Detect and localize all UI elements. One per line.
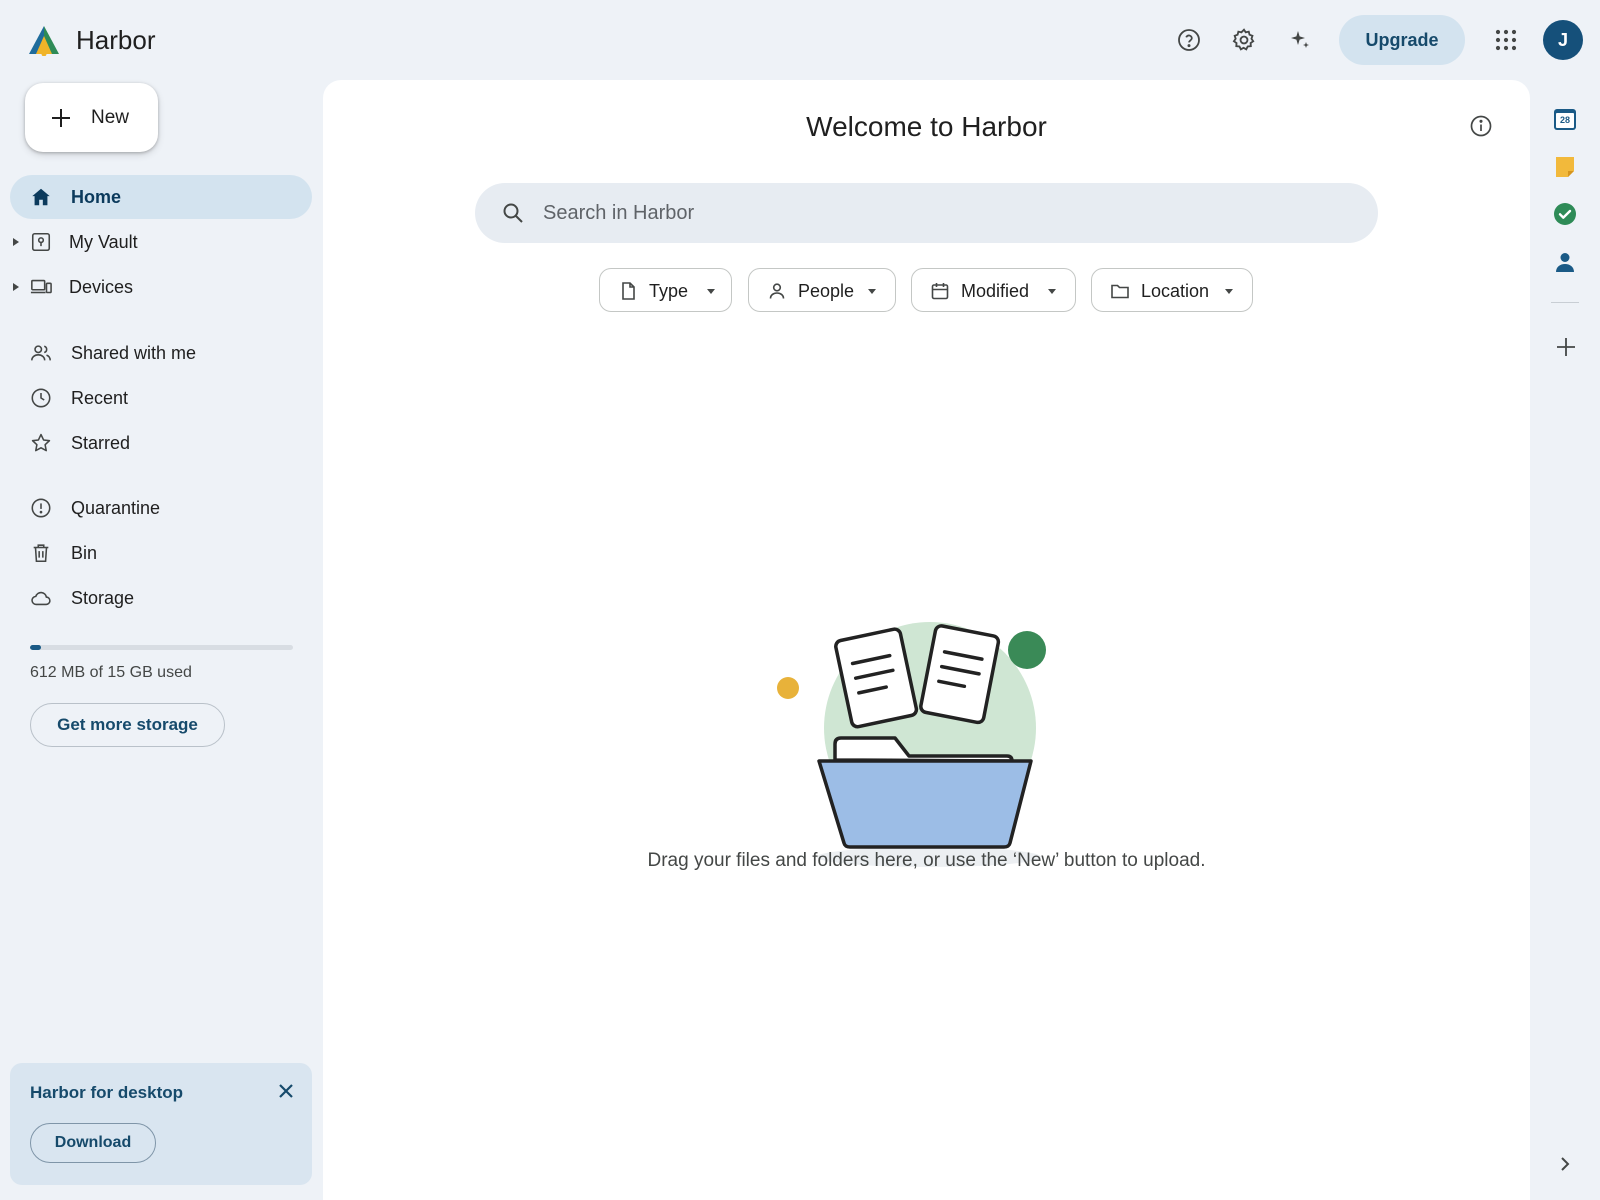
people-icon	[30, 342, 52, 364]
app-title: Harbor	[76, 25, 156, 55]
sidebar-item-bin[interactable]: Bin	[10, 531, 312, 575]
filter-location-chip[interactable]: Location	[1091, 268, 1253, 312]
upgrade-button[interactable]: Upgrade	[1339, 15, 1465, 65]
desktop-promo-card: Harbor for desktop Download	[10, 1063, 312, 1185]
page-title: Welcome to Harbor	[806, 111, 1047, 142]
rail-divider	[1551, 302, 1579, 303]
get-more-storage-button[interactable]: Get more storage	[30, 703, 225, 747]
add-app-icon[interactable]	[1555, 336, 1577, 358]
close-icon[interactable]	[276, 1081, 296, 1101]
sidebar-item-quarantine[interactable]: Quarantine	[10, 486, 312, 530]
caret-right-icon[interactable]	[10, 281, 22, 293]
empty-folder-illustration	[763, 530, 1093, 880]
sidebar-item-label: Quarantine	[71, 498, 161, 518]
empty-state-message: Drag your files and folders here, or use…	[647, 850, 1206, 871]
search-icon[interactable]	[501, 201, 525, 225]
notes-icon[interactable]	[1553, 155, 1577, 179]
filter-modified-chip[interactable]: Modified	[911, 268, 1076, 312]
top-bar: Harbor Upgrade J	[0, 0, 1600, 80]
storage-progress-fill	[30, 645, 41, 650]
sidebar-item-label: Devices	[69, 277, 134, 297]
sidebar-item-label: Storage	[71, 588, 135, 608]
search-input[interactable]	[543, 183, 1343, 243]
sidebar-item-label: Recent	[71, 388, 129, 408]
sidebar-item-storage[interactable]: Storage	[10, 576, 312, 620]
sidebar-item-label: My Vault	[69, 232, 138, 252]
sidebar-item-shared-with-me[interactable]: Shared with me	[10, 331, 312, 375]
alert-icon	[30, 497, 52, 519]
sidebar-item-recent[interactable]: Recent	[10, 376, 312, 420]
new-button-label: New	[91, 106, 130, 128]
devices-icon	[30, 276, 52, 298]
sparkle-icon[interactable]	[1280, 20, 1320, 60]
caret-down-icon	[1223, 285, 1235, 297]
home-icon	[30, 186, 52, 208]
new-button[interactable]: New	[25, 83, 158, 152]
main-panel: Welcome to Harbor Type People	[323, 80, 1530, 1200]
clock-icon	[30, 387, 52, 409]
caret-down-icon	[1046, 285, 1058, 297]
sidebar-item-label: Home	[71, 187, 122, 207]
storage-progress-bar	[30, 645, 293, 650]
storage-usage-text: 612 MB of 15 GB used	[30, 664, 192, 681]
desktop-promo-title: Harbor for desktop	[30, 1083, 184, 1102]
search-bar[interactable]	[475, 183, 1378, 243]
apps-grid-icon[interactable]	[1486, 20, 1526, 60]
file-icon	[618, 281, 638, 301]
sidebar-item-label: Starred	[71, 433, 131, 453]
sidebar-item-label: Shared with me	[71, 343, 197, 363]
sidebar-item-starred[interactable]: Starred	[10, 421, 312, 465]
chevron-right-icon[interactable]	[1556, 1155, 1574, 1173]
vault-icon	[30, 231, 52, 253]
info-icon[interactable]	[1469, 114, 1493, 138]
tasks-icon[interactable]	[1553, 202, 1577, 226]
help-icon[interactable]	[1169, 20, 1209, 60]
person-icon	[767, 281, 787, 301]
caret-right-icon[interactable]	[10, 236, 22, 248]
star-icon	[30, 432, 52, 454]
sidebar-item-home[interactable]: Home	[10, 175, 312, 219]
folder-icon	[1110, 281, 1130, 301]
sidebar-item-my-vault[interactable]: My Vault	[10, 220, 312, 264]
filter-label: People	[798, 281, 855, 301]
calendar-icon	[930, 281, 950, 301]
contacts-icon[interactable]	[1553, 250, 1577, 274]
settings-icon[interactable]	[1224, 20, 1264, 60]
calendar-day-label: 28	[1559, 115, 1570, 125]
sidebar-item-label: Bin	[71, 543, 98, 563]
caret-down-icon	[866, 285, 878, 297]
filter-people-chip[interactable]: People	[748, 268, 896, 312]
sidebar-item-devices[interactable]: Devices	[10, 265, 312, 309]
filter-type-chip[interactable]: Type	[599, 268, 732, 312]
filter-label: Location	[1141, 281, 1210, 301]
trash-icon	[30, 542, 52, 564]
download-button[interactable]: Download	[30, 1123, 156, 1163]
filter-label: Modified	[961, 281, 1030, 301]
harbor-logo-icon[interactable]	[28, 24, 60, 56]
caret-down-icon	[705, 285, 717, 297]
avatar[interactable]: J	[1543, 20, 1583, 60]
cloud-icon	[30, 587, 52, 609]
filter-label: Type	[649, 281, 689, 301]
plus-icon	[49, 106, 73, 130]
